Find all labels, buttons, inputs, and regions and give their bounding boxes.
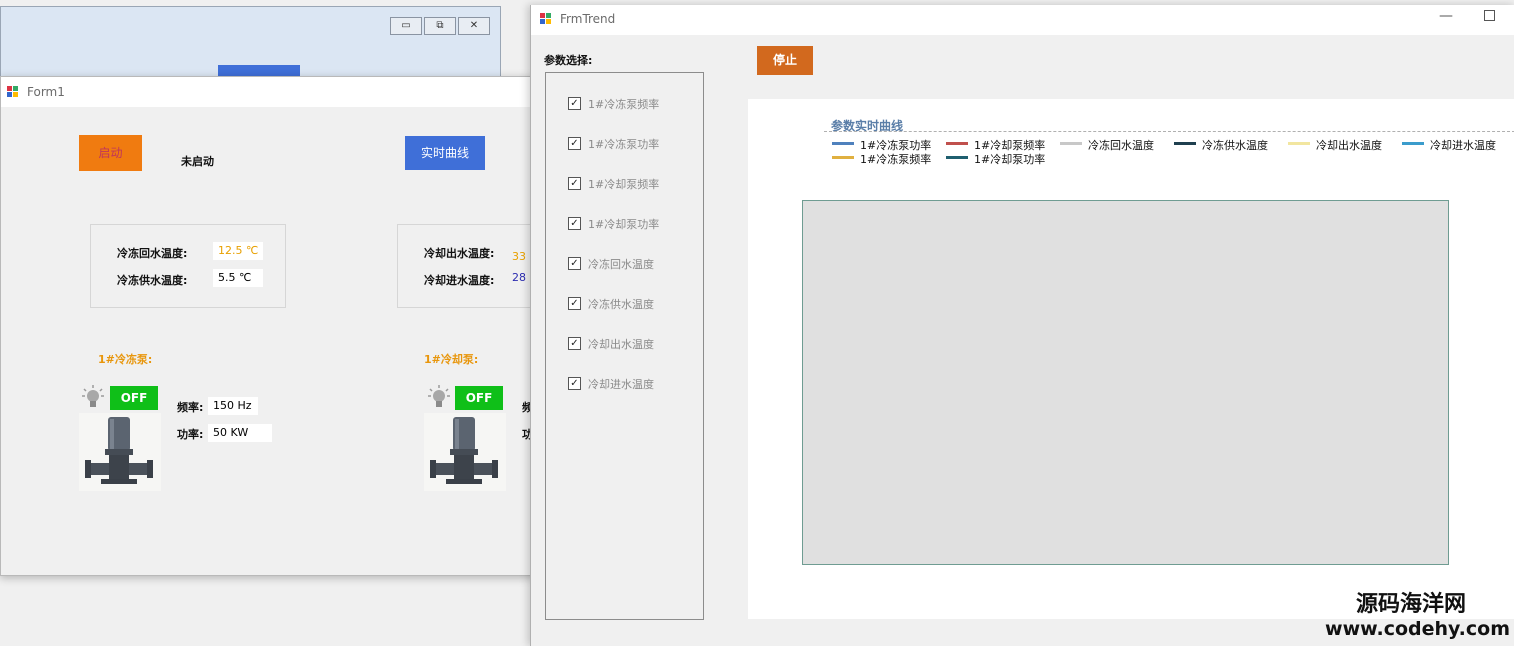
param-label: 冷却出水温度 xyxy=(588,338,654,351)
pump2-off-indicator[interactable]: OFF xyxy=(455,386,503,410)
legend-swatch xyxy=(832,142,854,145)
freeze-return-value: 12.5 ℃ xyxy=(213,242,263,260)
watermark-title: 源码海洋网 xyxy=(1355,592,1466,617)
cool-out-value: 33 xyxy=(512,250,526,263)
checkbox-icon[interactable]: ✓ xyxy=(568,137,581,150)
frmtrend-window: FrmTrend — 参数选择: 停止 ✓ 1#冷冻泵频率 ✓ 1#冷冻泵功率 ✓ 1… xyxy=(530,5,1514,646)
realtime-curve-button[interactable]: 实时曲线 xyxy=(405,136,485,170)
pump1-off-indicator[interactable]: OFF xyxy=(110,386,158,410)
bulb-icon xyxy=(427,384,451,413)
param-label: 1#冷冻泵频率 xyxy=(588,98,660,111)
form1-titlebar: Form1 xyxy=(1,77,534,107)
checkbox-icon[interactable]: ✓ xyxy=(568,257,581,270)
cool-in-value: 28 xyxy=(512,271,526,284)
cool-out-label: 冷却出水温度: xyxy=(424,247,495,260)
status-label: 未启动 xyxy=(181,155,214,168)
freeze-supply-label: 冷冻供水温度: xyxy=(117,274,188,287)
checkbox-icon[interactable]: ✓ xyxy=(568,97,581,110)
form1-window: Form1 启动 未启动 实时曲线 冷冻回水温度: 12.5 ℃ 冷冻供水温度:… xyxy=(0,76,538,576)
maximize-button[interactable] xyxy=(1484,10,1495,21)
legend-swatch xyxy=(946,156,968,159)
pump1-title: 1#冷冻泵: xyxy=(98,353,153,366)
param-label: 1#冷冻泵功率 xyxy=(588,138,660,151)
watermark-url: www.codehy.com xyxy=(1325,618,1510,640)
pump1-power-label: 功率: xyxy=(177,428,204,441)
param-checklist: ✓ 1#冷冻泵频率 ✓ 1#冷冻泵功率 ✓ 1#冷却泵频率 ✓ 1#冷却泵功率 ✓ 冷冻回… xyxy=(545,72,704,620)
param-label: 1#冷却泵功率 xyxy=(588,218,660,231)
freeze-return-label: 冷冻回水温度: xyxy=(117,247,188,260)
legend-swatch xyxy=(1402,142,1424,145)
frmtrend-title: FrmTrend xyxy=(560,12,616,26)
form1-title: Form1 xyxy=(27,85,65,99)
maximize-button[interactable]: ⧉ xyxy=(424,17,456,35)
plot-area xyxy=(802,200,1449,565)
param-label: 1#冷却泵频率 xyxy=(588,178,660,191)
pump1-freq-label: 频率: xyxy=(177,401,204,414)
freeze-supply-value: 5.5 ℃ xyxy=(213,269,263,287)
checkbox-icon[interactable]: ✓ xyxy=(568,377,581,390)
checkbox-icon[interactable]: ✓ xyxy=(568,177,581,190)
checkbox-icon[interactable]: ✓ xyxy=(568,297,581,310)
pump1-freq-value: 150 Hz xyxy=(208,397,258,415)
stop-button[interactable]: 停止 xyxy=(757,46,813,75)
param-label: 冷冻供水温度 xyxy=(588,298,654,311)
pump1-image xyxy=(79,413,161,491)
bulb-icon xyxy=(81,384,105,413)
app-icon xyxy=(7,86,19,98)
checkbox-icon[interactable]: ✓ xyxy=(568,337,581,350)
param-select-label: 参数选择: xyxy=(544,54,593,67)
freeze-temp-group: 冷冻回水温度: 12.5 ℃ 冷冻供水温度: 5.5 ℃ xyxy=(90,224,286,308)
pump1-power-value: 50 KW xyxy=(208,424,272,442)
app-icon xyxy=(540,13,552,25)
chart-panel: 参数实时曲线 1#冷冻泵功率 1#冷却泵频率 冷冻回水温度 冷冻供水温度 冷却出… xyxy=(748,99,1514,619)
minimize-button[interactable]: ▭ xyxy=(390,17,422,35)
start-button[interactable]: 启动 xyxy=(79,135,142,171)
cool-in-label: 冷却进水温度: xyxy=(424,274,495,287)
checkbox-icon[interactable]: ✓ xyxy=(568,217,581,230)
frmtrend-titlebar: FrmTrend — xyxy=(531,5,1514,35)
legend-swatch xyxy=(832,156,854,159)
close-button[interactable]: ✕ xyxy=(458,17,490,35)
legend-swatch xyxy=(1288,142,1310,145)
param-label: 冷却进水温度 xyxy=(588,378,654,391)
param-label: 冷冻回水温度 xyxy=(588,258,654,271)
minimize-button[interactable]: — xyxy=(1439,8,1453,24)
pump2-title: 1#冷却泵: xyxy=(424,353,479,366)
legend-swatch xyxy=(1060,142,1082,145)
legend-swatch xyxy=(1174,142,1196,145)
chart-title-divider xyxy=(824,131,1514,132)
pump2-image xyxy=(424,413,506,491)
cool-temp-group: 冷却出水温度: 33 冷却进水温度: 28 xyxy=(397,224,538,308)
legend-swatch xyxy=(946,142,968,145)
